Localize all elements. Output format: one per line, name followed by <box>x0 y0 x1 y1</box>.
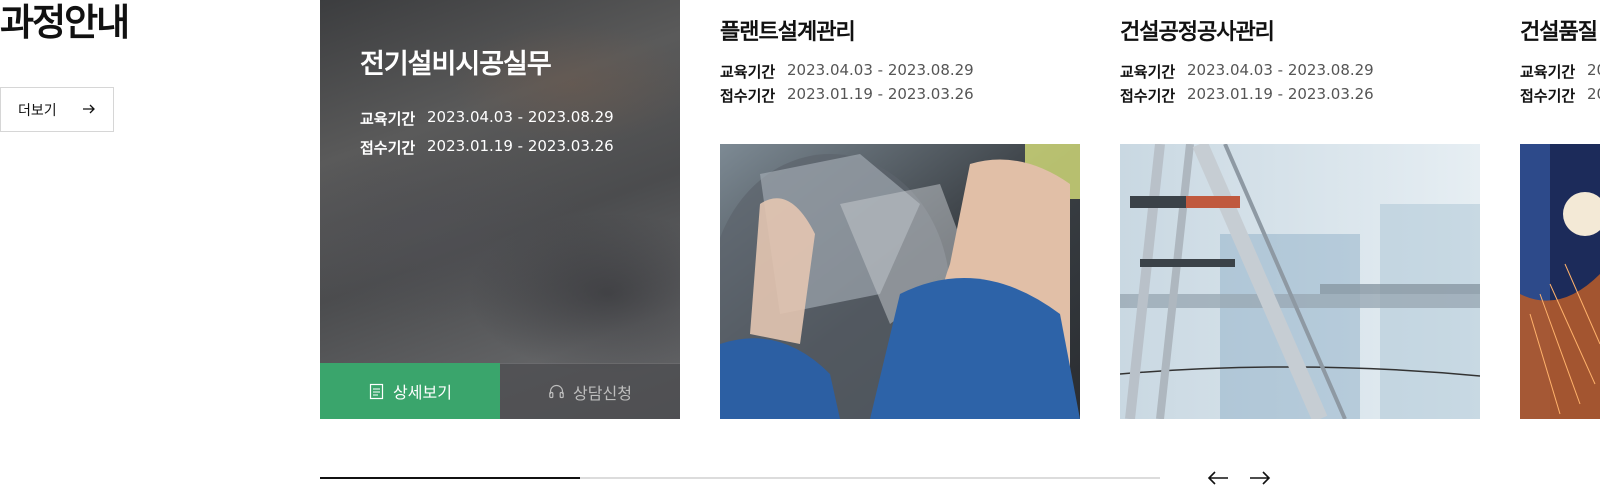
course-title: 건설공정공사관리 <box>1120 20 1275 45</box>
education-period-row: 교육기간 2023.04.03 - 2023.08.29 <box>360 108 614 129</box>
course-image[interactable] <box>720 144 1080 419</box>
course-image[interactable] <box>1520 144 1600 419</box>
more-button[interactable]: 더보기 <box>0 87 114 132</box>
card-actions: 상세보기 상담신청 <box>320 363 680 419</box>
education-period-value: 2023.04.03 - 2023.08.29 <box>787 61 974 79</box>
headset-icon <box>549 384 564 399</box>
course-card[interactable]: 플랜트설계관리 교육기간 2023.04.03 - 2023.08.29 접수기… <box>720 0 1080 419</box>
application-period-label: 접수기간 <box>360 139 416 157</box>
course-title: 플랜트설계관리 <box>720 20 856 45</box>
detail-button-label: 상세보기 <box>393 383 452 402</box>
more-button-label: 더보기 <box>18 102 57 119</box>
slider-progress-fill <box>320 477 581 479</box>
slider-progress <box>320 477 1160 479</box>
consult-button[interactable]: 상담신청 <box>500 363 680 419</box>
arrow-right-icon[interactable] <box>1249 469 1271 487</box>
education-period-row: 교육기간 2023.04.03 - 2023.08.29 <box>1520 61 1600 82</box>
application-period-label: 접수기간 <box>720 87 776 105</box>
application-period-value: 2023.01.19 - 2023.03.26 <box>787 85 974 103</box>
application-period-value: 2023.01.19 - 2023.03.26 <box>1587 85 1600 103</box>
application-period-row: 접수기간 2023.01.19 - 2023.03.26 <box>1520 85 1600 106</box>
section-title: 과정안내 <box>0 1 130 44</box>
arrow-right-icon <box>83 104 95 114</box>
course-card[interactable]: 건설품질 교육기간 2023.04.03 - 2023.08.29 접수기간 2… <box>1520 0 1600 419</box>
education-period-label: 교육기간 <box>1520 63 1576 81</box>
course-title: 건설품질 <box>1520 20 1598 45</box>
consult-button-label: 상담신청 <box>573 383 632 403</box>
education-period-row: 교육기간 2023.04.03 - 2023.08.29 <box>1120 61 1374 82</box>
education-period-label: 교육기간 <box>1120 63 1176 81</box>
education-period-label: 교육기간 <box>720 63 776 81</box>
document-icon <box>369 383 384 399</box>
education-period-value: 2023.04.03 - 2023.08.29 <box>427 108 614 126</box>
course-title: 전기설비시공실무 <box>360 49 552 80</box>
course-image[interactable] <box>1120 144 1480 419</box>
education-period-row: 교육기간 2023.04.03 - 2023.08.29 <box>720 61 974 82</box>
application-period-row: 접수기간 2023.01.19 - 2023.03.26 <box>1120 85 1374 106</box>
application-period-value: 2023.01.19 - 2023.03.26 <box>1187 85 1374 103</box>
application-period-label: 접수기간 <box>1120 87 1176 105</box>
course-card[interactable]: 건설공정공사관리 교육기간 2023.04.03 - 2023.08.29 접수… <box>1120 0 1480 419</box>
course-card-active[interactable]: 전기설비시공실무 교육기간 2023.04.03 - 2023.08.29 접수… <box>320 0 680 419</box>
education-period-label: 교육기간 <box>360 110 416 128</box>
arrow-left-icon[interactable] <box>1207 469 1229 487</box>
application-period-label: 접수기간 <box>1520 87 1576 105</box>
application-period-row: 접수기간 2023.01.19 - 2023.03.26 <box>720 85 974 106</box>
application-period-row: 접수기간 2023.01.19 - 2023.03.26 <box>360 137 614 158</box>
education-period-value: 2023.04.03 - 2023.08.29 <box>1587 61 1600 79</box>
application-period-value: 2023.01.19 - 2023.03.26 <box>427 137 614 155</box>
education-period-value: 2023.04.03 - 2023.08.29 <box>1187 61 1374 79</box>
detail-button[interactable]: 상세보기 <box>320 363 500 419</box>
